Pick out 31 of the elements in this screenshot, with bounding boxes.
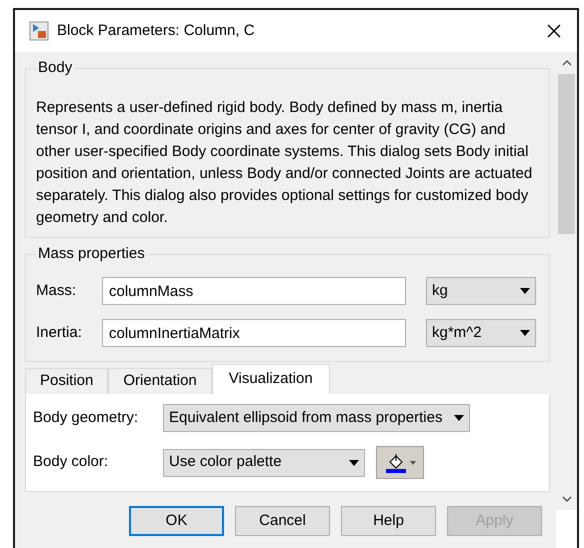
- dropdown-caret-icon: [454, 415, 464, 421]
- field-label: Inertia:: [36, 322, 83, 343]
- field-label: Body geometry:: [33, 408, 140, 428]
- app-icon: [29, 21, 49, 41]
- dropdown-caret-icon: [349, 460, 359, 466]
- field-label: Body color:: [33, 452, 110, 472]
- input-field[interactable]: columnInertiaMatrix: [102, 319, 406, 347]
- window-title: Block Parameters: Column, C: [57, 20, 255, 41]
- dialog-button[interactable]: Cancel: [235, 506, 330, 536]
- dropdown-caret-icon: [520, 330, 530, 336]
- dropdown[interactable]: kg: [426, 277, 536, 305]
- scrollbar[interactable]: [556, 52, 577, 510]
- dialog-button[interactable]: OK: [129, 506, 224, 536]
- tab[interactable]: Position: [25, 368, 108, 394]
- dropdown-caret-icon: [410, 460, 416, 464]
- scroll-down-icon[interactable]: [562, 496, 572, 502]
- color-picker-button[interactable]: [376, 446, 424, 479]
- scroll-thumb[interactable]: [558, 74, 575, 234]
- tab[interactable]: Visualization: [212, 364, 330, 394]
- tab[interactable]: Orientation: [108, 368, 212, 394]
- field-label: Mass:: [36, 280, 78, 301]
- input-field[interactable]: columnMass: [102, 277, 406, 305]
- dialog-button[interactable]: Help: [341, 506, 436, 536]
- dropdown[interactable]: kg*m^2: [426, 319, 536, 347]
- dropdown[interactable]: Use color palette: [163, 448, 365, 476]
- close-icon[interactable]: [547, 24, 561, 38]
- description-text: Represents a user-defined rigid body. Body defined by mass m, inertia tensor I, and coordinate origins and axes for center of gravity (CG) and other user-specified Body coordinate systems. This dialog sets Body initial position and orientation, unless Body and/or connected Joints are actuated separately. This dialog also provides optional settings for customized body geometry and color.: [36, 98, 534, 228]
- paint-bucket-icon: [384, 452, 406, 474]
- scroll-up-icon[interactable]: [562, 60, 572, 66]
- dropdown-caret-icon: [520, 288, 530, 294]
- dropdown[interactable]: Equivalent ellipsoid from mass properties: [163, 404, 470, 432]
